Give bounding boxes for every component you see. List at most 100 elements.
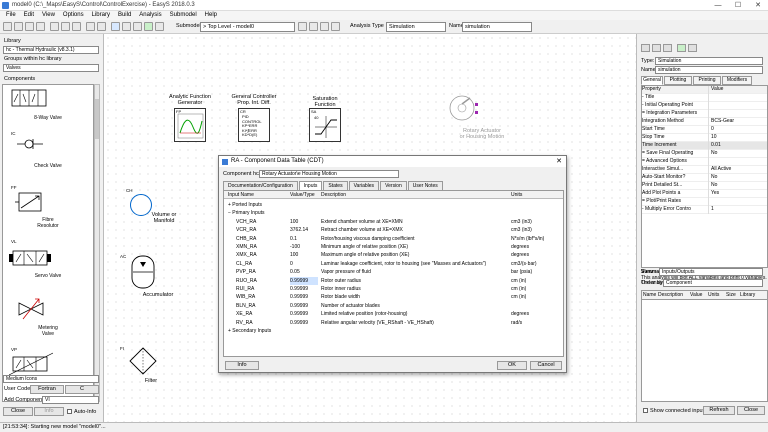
component-metering-valve[interactable]: Metering Valve bbox=[3, 291, 93, 339]
tab-inputs[interactable]: Inputs bbox=[298, 181, 323, 190]
grid-row[interactable]: = Integration Parameters bbox=[642, 110, 767, 118]
grid-row[interactable]: - Initial Operating Point bbox=[642, 102, 767, 110]
menu-help[interactable]: Help bbox=[201, 11, 221, 20]
cancel-button[interactable]: Cancel bbox=[530, 361, 562, 370]
table-row[interactable]: VCH_RA 100 Extend chamber volume at XE=XMN… bbox=[224, 218, 563, 226]
grid-row[interactable]: - Title bbox=[642, 94, 767, 102]
menu-file[interactable]: File bbox=[2, 11, 20, 20]
connect-line-icon[interactable] bbox=[122, 22, 131, 31]
type-select[interactable]: Simulation bbox=[655, 57, 763, 65]
table-row[interactable]: WIB_RA 0.99999 Rotor blade width cm (in) bbox=[224, 293, 563, 301]
component-list-scrollbar[interactable] bbox=[94, 84, 100, 402]
tab-version[interactable]: Version bbox=[380, 181, 407, 190]
analysis-name-select[interactable]: simulation bbox=[462, 22, 532, 32]
close-button[interactable]: Close bbox=[3, 407, 33, 416]
dialog-close-icon[interactable]: ✕ bbox=[556, 157, 562, 165]
block-accumulator[interactable] bbox=[128, 254, 158, 290]
table-row[interactable]: VCR_RA 3762.14 Retract chamber volume at X… bbox=[224, 226, 563, 234]
table-row[interactable]: + Ported Inputs bbox=[224, 201, 563, 209]
grid-row[interactable]: = Save Final Operating No bbox=[642, 150, 767, 158]
paste-icon[interactable] bbox=[72, 22, 81, 31]
col-size[interactable]: Size bbox=[726, 291, 740, 299]
level-up-icon[interactable] bbox=[298, 22, 307, 31]
undo-icon[interactable] bbox=[86, 22, 95, 31]
copy-icon[interactable] bbox=[61, 22, 70, 31]
header-units[interactable]: Units bbox=[511, 191, 563, 199]
grid-row[interactable]: = Advanced Options bbox=[642, 158, 767, 166]
group-select[interactable]: Valves bbox=[3, 64, 99, 72]
show-connected-checkbox[interactable] bbox=[643, 408, 648, 413]
scroll-thumb[interactable] bbox=[95, 99, 99, 139]
table-row-selected[interactable]: RUO_RA 0.99999 Rotor outer radius cm (in) bbox=[224, 276, 563, 285]
menu-submodel[interactable]: Submodel bbox=[166, 11, 201, 20]
col-units[interactable]: Units bbox=[708, 291, 726, 299]
close-panel-button[interactable]: Close bbox=[737, 406, 765, 415]
table-row[interactable]: XE_RA 0.99999 Limited relative position (r… bbox=[224, 310, 563, 318]
close-window-button[interactable]: ✕ bbox=[748, 0, 768, 11]
menu-analysis[interactable]: Analysis bbox=[135, 11, 165, 20]
minimize-button[interactable]: — bbox=[708, 0, 728, 11]
grid-icon[interactable] bbox=[331, 22, 340, 31]
grid-row[interactable]: Integration Method BCS-Gear bbox=[642, 118, 767, 126]
tab-states[interactable]: States bbox=[323, 181, 348, 190]
c-button[interactable]: C bbox=[65, 385, 99, 394]
analysis-type-select[interactable]: Simulation bbox=[386, 22, 446, 32]
fortran-button[interactable]: Fortran bbox=[30, 385, 64, 394]
ok-button[interactable]: OK bbox=[497, 361, 527, 370]
copy-analysis-icon[interactable] bbox=[652, 44, 661, 52]
run-analysis-icon[interactable] bbox=[677, 44, 686, 52]
tab-plotting[interactable]: Plotting bbox=[664, 76, 692, 85]
zoom-icon[interactable] bbox=[155, 22, 164, 31]
view-icon[interactable] bbox=[320, 22, 329, 31]
tab-user-notes[interactable]: User Notes bbox=[407, 181, 443, 190]
value-edit-field[interactable]: 0.99999 bbox=[290, 276, 318, 285]
block-rotary-actuator[interactable] bbox=[446, 94, 480, 122]
table-row[interactable]: − Primary Inputs bbox=[224, 209, 563, 217]
col-value[interactable]: Value bbox=[690, 291, 708, 299]
component-list[interactable]: 8-Way Valve IC Check Valve FF Fibre Reso… bbox=[2, 84, 94, 402]
add-component-input[interactable]: VI bbox=[42, 396, 99, 404]
inputs-table[interactable]: Input Name Value/Type Description Units … bbox=[223, 190, 564, 357]
component-name-field[interactable]: Rotary Actuator\e Housing Motion bbox=[259, 170, 399, 178]
redo-icon[interactable] bbox=[97, 22, 106, 31]
grid-row[interactable]: Auto-Start Monitor? No bbox=[642, 174, 767, 182]
grid-row[interactable]: Print Detailed St... No bbox=[642, 182, 767, 190]
header-value-type[interactable]: Value/Type bbox=[290, 191, 318, 199]
component-8-way-valve[interactable]: 8-Way Valve bbox=[3, 87, 93, 123]
col-name[interactable]: Name bbox=[642, 291, 658, 299]
block-analytic-function-generator[interactable]: FP bbox=[174, 108, 206, 142]
col-library[interactable]: Library bbox=[740, 291, 764, 299]
menu-edit[interactable]: Edit bbox=[20, 11, 38, 20]
property-grid[interactable]: Property Value - Title - Initial Operati… bbox=[641, 85, 768, 268]
menu-options[interactable]: Options bbox=[59, 11, 88, 20]
menu-build[interactable]: Build bbox=[114, 11, 135, 20]
block-general-controller[interactable]: CR PID CONTROL KP*ERR KI*∫ERR KD*D(E) bbox=[238, 108, 270, 142]
submodel-select[interactable]: > Top Level - model0 bbox=[200, 22, 295, 32]
col-description[interactable]: Description bbox=[658, 291, 690, 299]
tab-modifiers[interactable]: Modifiers bbox=[722, 76, 752, 85]
run-icon[interactable] bbox=[144, 22, 153, 31]
text-tool-icon[interactable] bbox=[133, 22, 142, 31]
grid-row[interactable]: = Plot/Print Rates bbox=[642, 198, 767, 206]
dialog-info-button[interactable]: Info bbox=[225, 361, 259, 370]
block-filter[interactable] bbox=[128, 346, 158, 376]
header-input-name[interactable]: Input Name bbox=[228, 191, 286, 199]
tab-variables[interactable]: Variables bbox=[348, 181, 380, 190]
library-select[interactable]: hc - Thermal Hydraulic (v8.3.1) bbox=[3, 46, 99, 54]
print-icon[interactable] bbox=[36, 22, 45, 31]
table-row[interactable]: XMX_RA 100 Maximum angle of relative posit… bbox=[224, 251, 563, 259]
header-description[interactable]: Description bbox=[321, 191, 509, 199]
block-saturation-function[interactable]: SA 40 bbox=[309, 108, 341, 142]
component-servo-valve[interactable]: VL Servo Valve bbox=[3, 239, 93, 283]
info-button[interactable]: Info bbox=[34, 407, 64, 416]
table-row[interactable]: CL_RA 0 Laminar leakage coefficient, rotor… bbox=[224, 260, 563, 268]
open-folder-icon[interactable] bbox=[14, 22, 23, 31]
component-fibre-resolutor[interactable]: FF Fibre Resolutor bbox=[3, 185, 93, 231]
grid-row[interactable]: Interactive Simul... All Active bbox=[642, 166, 767, 174]
level-down-icon[interactable] bbox=[309, 22, 318, 31]
icon-size-select[interactable]: Medium Icons bbox=[3, 375, 99, 383]
maximize-button[interactable]: ☐ bbox=[728, 0, 748, 11]
component-check-valve[interactable]: IC Check Valve bbox=[3, 131, 93, 171]
grid-row[interactable]: Time Increment 0.01 bbox=[642, 142, 767, 150]
table-row[interactable]: PVP_RA 0.05 Vapor pressure of fluid bar (ps… bbox=[224, 268, 563, 276]
